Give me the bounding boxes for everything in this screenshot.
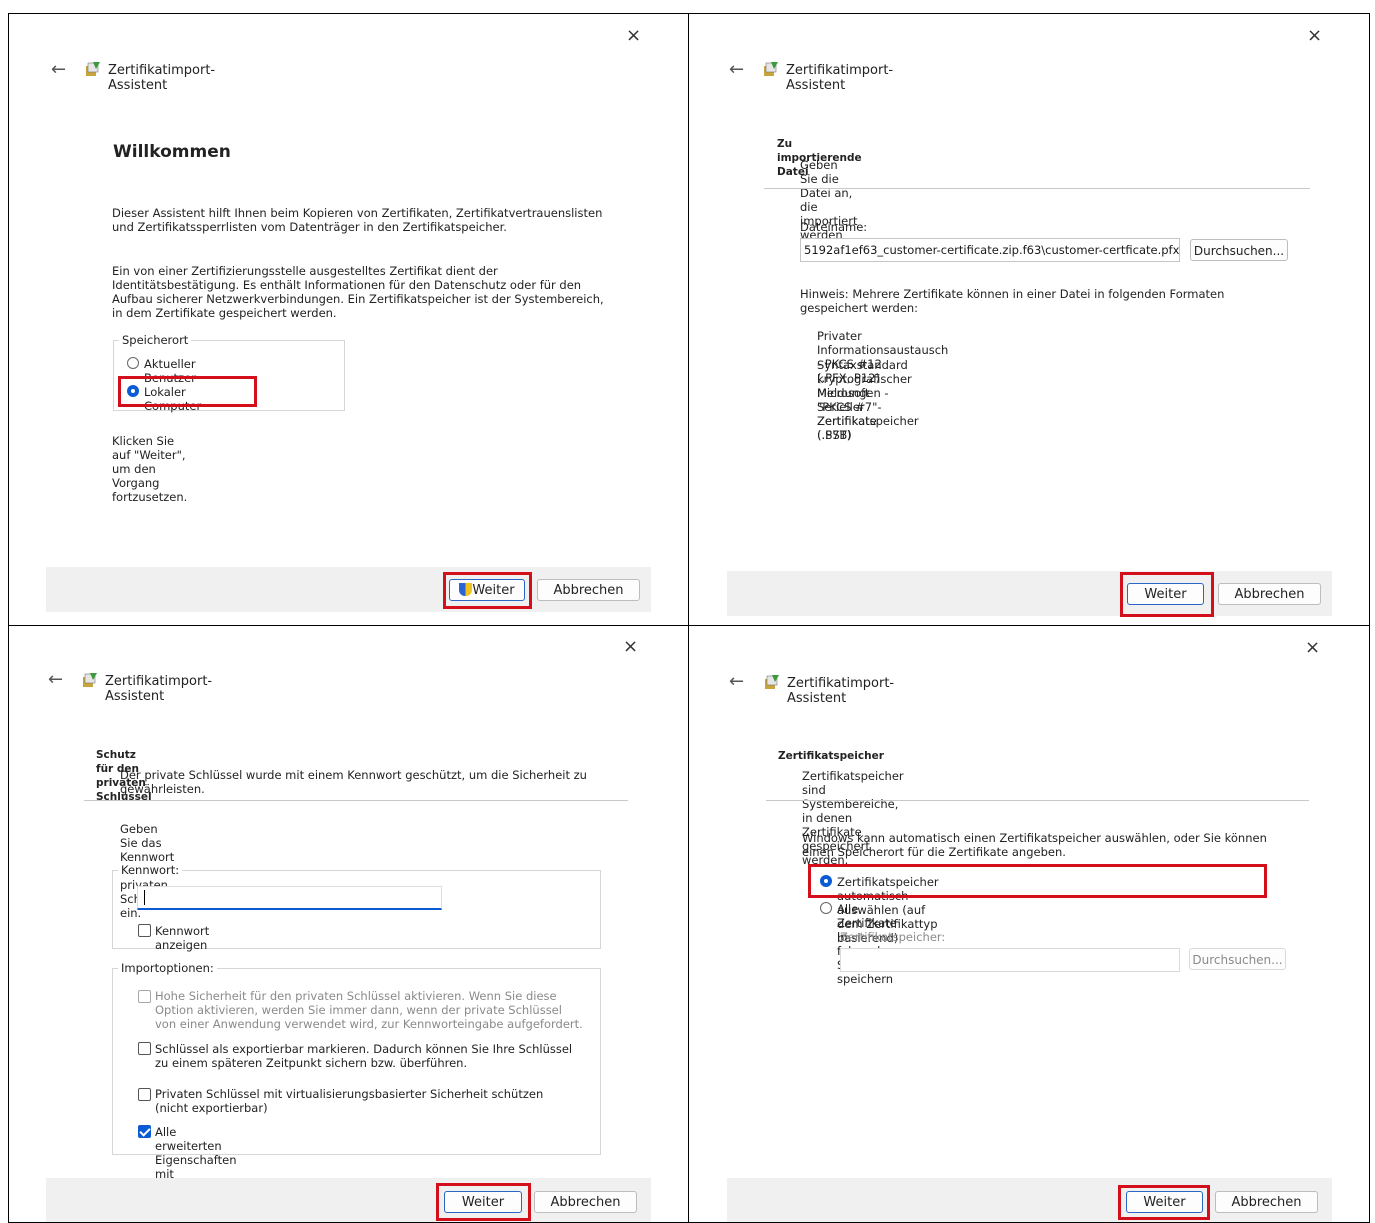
close-icon[interactable]: × xyxy=(623,638,638,656)
manual-store-label: Alle Zertifikate in folgendem Speicher s… xyxy=(837,902,899,986)
highlight-box xyxy=(118,376,257,407)
separator xyxy=(764,188,1310,189)
back-arrow-icon[interactable]: ← xyxy=(51,61,66,79)
high-security-checkbox[interactable] xyxy=(138,990,151,1003)
intro-text: Dieser Assistent hilft Ihnen beim Kopier… xyxy=(112,206,603,234)
manual-store-radio[interactable] xyxy=(820,902,832,914)
format-note: Hinweis: Mehrere Zertifikate können in e… xyxy=(800,287,1225,315)
cancel-button[interactable]: Abbrechen xyxy=(537,579,640,601)
close-icon[interactable]: × xyxy=(1307,27,1322,45)
virtualization-checkbox[interactable] xyxy=(138,1088,151,1101)
password-legend: Kennwort: xyxy=(118,863,183,877)
store-info: Windows kann automatisch einen Zertifika… xyxy=(802,831,1267,859)
store-browse-button[interactable]: Durchsuchen... xyxy=(1189,948,1286,970)
section-subtitle: Der private Schlüssel wurde mit einem Ke… xyxy=(120,768,587,796)
close-icon[interactable]: × xyxy=(626,27,641,45)
wizard-title: Zertifikatimport-Assistent xyxy=(786,63,894,93)
extended-properties-checkbox[interactable] xyxy=(138,1125,151,1138)
format-item: Microsoft Serieller Zertifikatspeicher (… xyxy=(817,386,919,442)
cert-store-label: Zertifikatspeicher: xyxy=(840,930,946,944)
back-arrow-icon[interactable]: ← xyxy=(48,671,63,689)
highlight-box xyxy=(808,864,1267,898)
page-heading: Willkommen xyxy=(113,142,231,162)
virtualization-label: Privaten Schlüssel mit virtualisierungsb… xyxy=(155,1087,544,1115)
store-location-legend: Speicherort xyxy=(119,333,192,347)
filename-input[interactable]: 5192af1ef63_customer-certificate.zip.f63… xyxy=(800,238,1180,262)
certificate-wizard-icon xyxy=(86,62,100,76)
text-cursor xyxy=(144,890,145,905)
certificate-wizard-icon xyxy=(764,62,778,76)
certificate-wizard-icon xyxy=(83,673,97,687)
wizard-title: Zertifikatimport-Assistent xyxy=(105,674,213,704)
exportable-checkbox[interactable] xyxy=(138,1042,151,1055)
close-icon[interactable]: × xyxy=(1305,639,1320,657)
back-arrow-icon[interactable]: ← xyxy=(729,61,744,79)
highlight-box xyxy=(443,572,532,609)
dialog xyxy=(727,632,1332,1222)
section-title: Zertifikatspeicher xyxy=(778,750,884,762)
show-password-checkbox[interactable] xyxy=(138,924,151,937)
certificate-wizard-icon xyxy=(765,675,779,689)
highlight-box xyxy=(1120,572,1214,617)
cancel-button[interactable]: Abbrechen xyxy=(1218,583,1321,605)
show-password-label: Kennwort anzeigen xyxy=(155,924,210,952)
separator xyxy=(84,800,628,801)
browse-button[interactable]: Durchsuchen... xyxy=(1190,239,1288,261)
continue-hint: Klicken Sie auf "Weiter", um den Vorgang… xyxy=(112,434,188,504)
dialog xyxy=(727,20,1332,616)
highlight-box xyxy=(436,1183,531,1221)
wizard-title: Zertifikatimport-Assistent xyxy=(108,63,216,93)
highlight-box xyxy=(1118,1185,1210,1220)
password-input[interactable] xyxy=(137,886,442,910)
separator xyxy=(766,800,1309,801)
wizard-title: Zertifikatimport-Assistent xyxy=(787,676,895,706)
info-text: Ein von einer Zertifizierungsstelle ausg… xyxy=(112,264,604,320)
current-user-radio[interactable] xyxy=(127,357,139,369)
filename-label: Dateiname: xyxy=(800,220,868,234)
high-security-label: Hohe Sicherheit für den privaten Schlüss… xyxy=(155,989,583,1031)
cancel-button[interactable]: Abbrechen xyxy=(1215,1191,1318,1213)
back-arrow-icon[interactable]: ← xyxy=(729,673,744,691)
grid-divider-vertical xyxy=(688,13,689,1223)
import-options-legend: Importoptionen: xyxy=(118,961,217,975)
exportable-label: Schlüssel als exportierbar markieren. Da… xyxy=(155,1042,573,1070)
cert-store-input[interactable] xyxy=(840,948,1180,972)
cancel-button[interactable]: Abbrechen xyxy=(534,1191,637,1213)
grid-divider-horizontal xyxy=(8,625,1370,626)
